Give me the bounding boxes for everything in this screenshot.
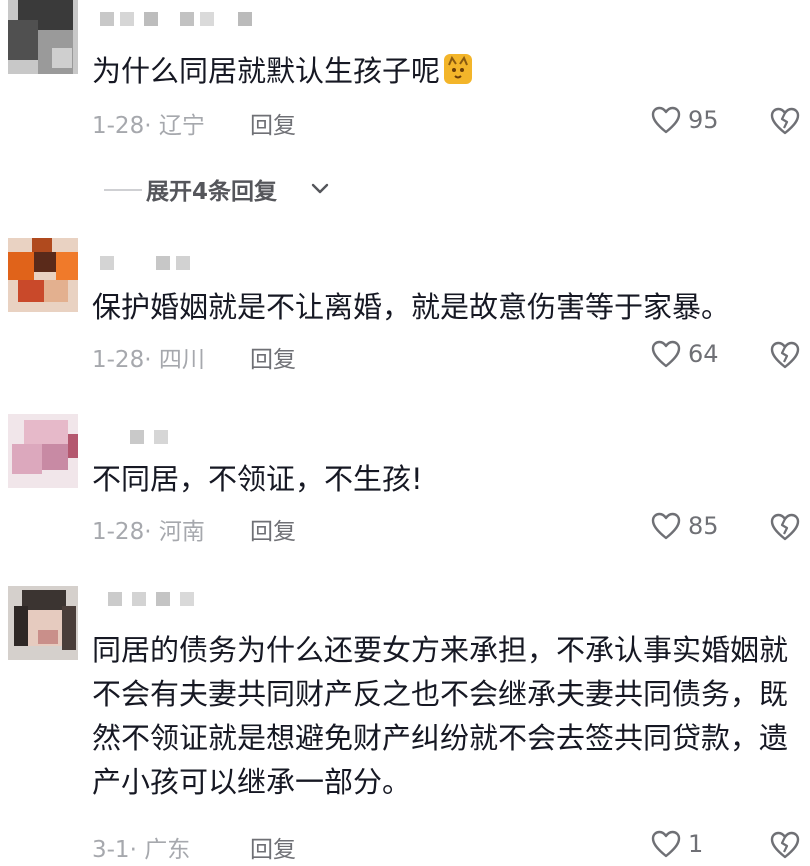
heart-outline-icon (651, 830, 681, 858)
comment-text: 为什么同居就默认生孩子呢 (92, 50, 473, 93)
like-button[interactable]: 1 (650, 828, 770, 864)
chevron-down-icon (311, 183, 329, 194)
comment-date: 1-28 (92, 113, 145, 139)
comment-text-content: 保护婚姻就是不让离婚，就是故意伤害等于家暴。 (92, 290, 731, 324)
expand-replies-label: 展开4条回复 (146, 179, 278, 205)
comment-location: 广东 (144, 837, 191, 863)
comment-text-content: 为什么同居就默认生孩子呢 (92, 54, 441, 88)
dislike-button[interactable] (768, 828, 802, 862)
avatar[interactable] (8, 238, 78, 312)
comment-date: 3-1 (92, 837, 130, 863)
comment-location: 四川 (158, 347, 205, 373)
comment-location: 辽宁 (158, 113, 205, 139)
broken-heart-icon (770, 513, 800, 541)
reply-button[interactable]: 回复 (250, 512, 296, 546)
broken-heart-icon (770, 107, 800, 135)
comment-meta: 3-1· 广东 (92, 837, 191, 863)
reply-button[interactable]: 回复 (250, 340, 296, 374)
dislike-button[interactable] (768, 510, 802, 544)
comment-item: 保护婚姻就是不让离婚，就是故意伤害等于家暴。 1-28· 四川 回复 64 (0, 238, 810, 388)
divider-line (104, 189, 142, 191)
comment-meta: 1-28· 河南 (92, 519, 205, 545)
comment-item: 不同居，不领证，不生孩! 1-28· 河南 回复 85 (0, 414, 810, 564)
comment-text-content: 同居的债务为什么还要女方来承担，不承认事实婚姻就不会有夫妻共同财产反之也不会继承… (92, 633, 789, 799)
reply-button[interactable]: 回复 (250, 830, 296, 864)
dislike-button[interactable] (768, 104, 802, 138)
reply-button[interactable]: 回复 (250, 106, 296, 140)
comment-date: 1-28 (92, 519, 145, 545)
like-button[interactable]: 95 (650, 104, 770, 140)
comment-text: 不同居，不领证，不生孩! (92, 458, 423, 501)
comment-text-content: 不同居，不领证，不生孩! (92, 462, 423, 496)
comment-text: 同居的债务为什么还要女方来承担，不承认事实婚姻就不会有夫妻共同财产反之也不会继承… (92, 628, 797, 804)
like-count: 1 (688, 830, 704, 858)
like-count: 85 (688, 512, 719, 540)
comment-text: 保护婚姻就是不让离婚，就是故意伤害等于家暴。 (92, 286, 792, 329)
like-count: 64 (688, 340, 719, 368)
avatar[interactable] (8, 0, 78, 74)
avatar[interactable] (8, 586, 78, 660)
dislike-button[interactable] (768, 338, 802, 372)
broken-heart-icon (770, 831, 800, 859)
broken-heart-icon (770, 341, 800, 369)
cat-face-emoji (444, 54, 473, 84)
comment-item: 同居的债务为什么还要女方来承担，不承认事实婚姻就不会有夫妻共同财产反之也不会继承… (0, 586, 810, 863)
heart-outline-icon (651, 512, 681, 540)
comment-meta: 1-28· 辽宁 (92, 113, 205, 139)
avatar[interactable] (8, 414, 78, 488)
comment-item: 为什么同居就默认生孩子呢 1-28· 辽宁 回复 95 (0, 0, 810, 170)
comment-meta: 1-28· 四川 (92, 347, 205, 373)
like-button[interactable]: 64 (650, 338, 770, 374)
comment-location: 河南 (158, 519, 205, 545)
like-count: 95 (688, 106, 719, 134)
like-button[interactable]: 85 (650, 510, 770, 546)
heart-outline-icon (651, 106, 681, 134)
heart-outline-icon (651, 340, 681, 368)
comment-date: 1-28 (92, 347, 145, 373)
